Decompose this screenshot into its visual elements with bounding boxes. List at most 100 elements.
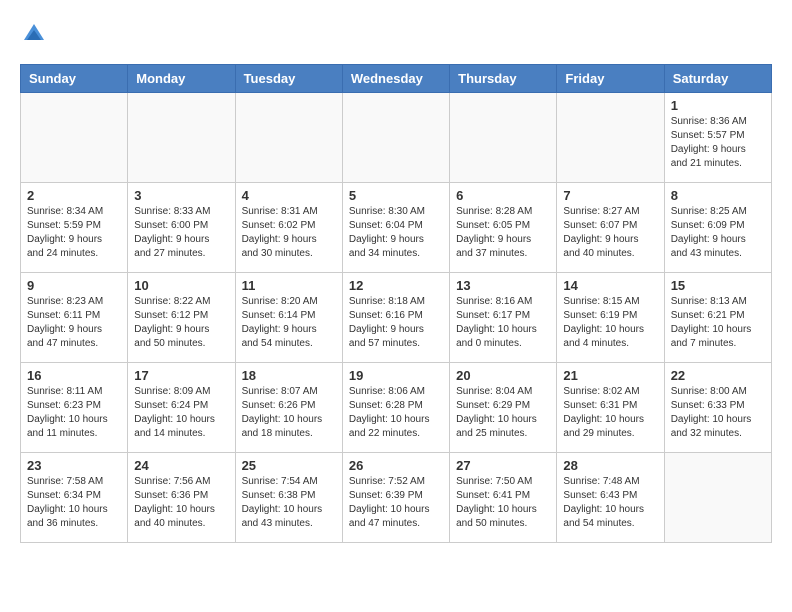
calendar-cell: 13 Sunrise: 8:16 AM Sunset: 6:17 PM Dayli… [450,273,557,363]
calendar-cell: 22 Sunrise: 8:00 AM Sunset: 6:33 PM Dayli… [664,363,771,453]
weekday-header-row: SundayMondayTuesdayWednesdayThursdayFrid… [21,65,772,93]
calendar-cell: 27 Sunrise: 7:50 AM Sunset: 6:41 PM Dayli… [450,453,557,543]
day-info: Sunrise: 7:50 AM Sunset: 6:41 PM Dayligh… [456,475,550,531]
day-info: Sunrise: 7:56 AM Sunset: 6:36 PM Dayligh… [134,475,228,531]
calendar-cell [342,93,449,183]
day-info: Sunrise: 8:09 AM Sunset: 6:24 PM Dayligh… [134,385,228,441]
calendar-cell: 24 Sunrise: 7:56 AM Sunset: 6:36 PM Dayli… [128,453,235,543]
calendar-cell: 12 Sunrise: 8:18 AM Sunset: 6:16 PM Dayli… [342,273,449,363]
logo-icon [20,20,48,48]
day-number: 1 [671,98,765,113]
calendar-cell: 3 Sunrise: 8:33 AM Sunset: 6:00 PM Daylig… [128,183,235,273]
week-row-4: 16Sunrise: 8:11 AM Sunset: 6:23 PM Dayli… [21,363,772,453]
calendar-cell: 26 Sunrise: 7:52 AM Sunset: 6:39 PM Dayli… [342,453,449,543]
day-number: 12 [349,278,443,293]
calendar-cell [557,93,664,183]
day-number: 18 [242,368,336,383]
calendar-cell: 4 Sunrise: 8:31 AM Sunset: 6:02 PM Daylig… [235,183,342,273]
day-info: Sunrise: 8:11 AM Sunset: 6:23 PM Dayligh… [27,385,121,441]
day-number: 23 [27,458,121,473]
calendar-cell: 23 Sunrise: 7:58 AM Sunset: 6:34 PM Dayli… [21,453,128,543]
calendar-cell: 25 Sunrise: 7:54 AM Sunset: 6:38 PM Dayli… [235,453,342,543]
weekday-header-sunday: Sunday [21,65,128,93]
calendar-cell: 16Sunrise: 8:11 AM Sunset: 6:23 PM Dayli… [21,363,128,453]
calendar-cell: 20Sunrise: 8:04 AM Sunset: 6:29 PM Dayli… [450,363,557,453]
day-number: 7 [563,188,657,203]
day-info: Sunrise: 8:13 AM Sunset: 6:21 PM Dayligh… [671,295,765,351]
calendar-cell: 15 Sunrise: 8:13 AM Sunset: 6:21 PM Dayli… [664,273,771,363]
calendar-cell: 19 Sunrise: 8:06 AM Sunset: 6:28 PM Dayli… [342,363,449,453]
day-number: 27 [456,458,550,473]
weekday-header-friday: Friday [557,65,664,93]
day-number: 26 [349,458,443,473]
calendar-cell: 6 Sunrise: 8:28 AM Sunset: 6:05 PM Daylig… [450,183,557,273]
day-info: Sunrise: 7:54 AM Sunset: 6:38 PM Dayligh… [242,475,336,531]
calendar-cell: 2 Sunrise: 8:34 AM Sunset: 5:59 PM Daylig… [21,183,128,273]
calendar-cell [21,93,128,183]
weekday-header-saturday: Saturday [664,65,771,93]
calendar-cell: 7 Sunrise: 8:27 AM Sunset: 6:07 PM Daylig… [557,183,664,273]
day-number: 5 [349,188,443,203]
calendar-cell [235,93,342,183]
calendar-table: SundayMondayTuesdayWednesdayThursdayFrid… [20,64,772,543]
calendar-cell: 9 Sunrise: 8:23 AM Sunset: 6:11 PM Daylig… [21,273,128,363]
day-info: Sunrise: 8:31 AM Sunset: 6:02 PM Dayligh… [242,205,336,261]
calendar-cell: 14 Sunrise: 8:15 AM Sunset: 6:19 PM Dayli… [557,273,664,363]
day-info: Sunrise: 8:06 AM Sunset: 6:28 PM Dayligh… [349,385,443,441]
logo [20,20,52,48]
day-info: Sunrise: 8:22 AM Sunset: 6:12 PM Dayligh… [134,295,228,351]
calendar-cell [664,453,771,543]
day-info: Sunrise: 8:23 AM Sunset: 6:11 PM Dayligh… [27,295,121,351]
weekday-header-thursday: Thursday [450,65,557,93]
day-number: 2 [27,188,121,203]
calendar-cell: 11 Sunrise: 8:20 AM Sunset: 6:14 PM Dayli… [235,273,342,363]
day-number: 4 [242,188,336,203]
day-info: Sunrise: 8:20 AM Sunset: 6:14 PM Dayligh… [242,295,336,351]
day-number: 3 [134,188,228,203]
calendar-cell [128,93,235,183]
day-info: Sunrise: 8:33 AM Sunset: 6:00 PM Dayligh… [134,205,228,261]
day-number: 8 [671,188,765,203]
day-info: Sunrise: 7:48 AM Sunset: 6:43 PM Dayligh… [563,475,657,531]
day-number: 28 [563,458,657,473]
day-number: 14 [563,278,657,293]
day-number: 10 [134,278,228,293]
day-info: Sunrise: 8:36 AM Sunset: 5:57 PM Dayligh… [671,115,765,171]
day-number: 11 [242,278,336,293]
page-header [20,20,772,48]
day-info: Sunrise: 8:30 AM Sunset: 6:04 PM Dayligh… [349,205,443,261]
week-row-2: 2 Sunrise: 8:34 AM Sunset: 5:59 PM Daylig… [21,183,772,273]
day-info: Sunrise: 8:34 AM Sunset: 5:59 PM Dayligh… [27,205,121,261]
day-number: 25 [242,458,336,473]
day-number: 6 [456,188,550,203]
weekday-header-monday: Monday [128,65,235,93]
day-number: 22 [671,368,765,383]
day-info: Sunrise: 8:25 AM Sunset: 6:09 PM Dayligh… [671,205,765,261]
week-row-1: 1 Sunrise: 8:36 AM Sunset: 5:57 PM Daylig… [21,93,772,183]
calendar-cell: 5 Sunrise: 8:30 AM Sunset: 6:04 PM Daylig… [342,183,449,273]
day-info: Sunrise: 7:58 AM Sunset: 6:34 PM Dayligh… [27,475,121,531]
day-number: 20 [456,368,550,383]
day-info: Sunrise: 8:18 AM Sunset: 6:16 PM Dayligh… [349,295,443,351]
day-info: Sunrise: 8:28 AM Sunset: 6:05 PM Dayligh… [456,205,550,261]
week-row-3: 9 Sunrise: 8:23 AM Sunset: 6:11 PM Daylig… [21,273,772,363]
calendar-cell: 8 Sunrise: 8:25 AM Sunset: 6:09 PM Daylig… [664,183,771,273]
day-info: Sunrise: 8:00 AM Sunset: 6:33 PM Dayligh… [671,385,765,441]
day-number: 9 [27,278,121,293]
calendar-cell: 10 Sunrise: 8:22 AM Sunset: 6:12 PM Dayli… [128,273,235,363]
day-info: Sunrise: 8:27 AM Sunset: 6:07 PM Dayligh… [563,205,657,261]
week-row-5: 23 Sunrise: 7:58 AM Sunset: 6:34 PM Dayli… [21,453,772,543]
calendar-cell: 1 Sunrise: 8:36 AM Sunset: 5:57 PM Daylig… [664,93,771,183]
day-info: Sunrise: 7:52 AM Sunset: 6:39 PM Dayligh… [349,475,443,531]
day-number: 24 [134,458,228,473]
day-number: 15 [671,278,765,293]
day-info: Sunrise: 8:16 AM Sunset: 6:17 PM Dayligh… [456,295,550,351]
calendar-cell: 18 Sunrise: 8:07 AM Sunset: 6:26 PM Dayli… [235,363,342,453]
day-number: 13 [456,278,550,293]
day-info: Sunrise: 8:15 AM Sunset: 6:19 PM Dayligh… [563,295,657,351]
day-info: Sunrise: 8:07 AM Sunset: 6:26 PM Dayligh… [242,385,336,441]
calendar-cell: 28 Sunrise: 7:48 AM Sunset: 6:43 PM Dayli… [557,453,664,543]
day-number: 21 [563,368,657,383]
day-number: 17 [134,368,228,383]
day-number: 19 [349,368,443,383]
